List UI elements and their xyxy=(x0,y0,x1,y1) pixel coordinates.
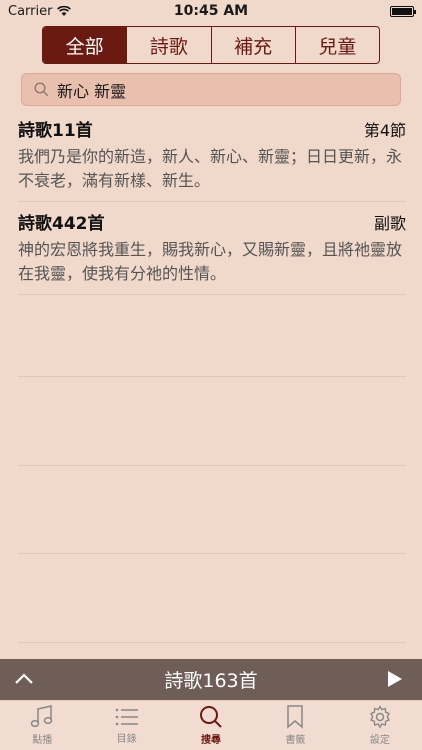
tab-play[interactable]: 點播 xyxy=(0,701,84,750)
bookmark-icon xyxy=(287,705,304,729)
row-divider xyxy=(18,376,406,377)
tab-bar: 點播 目錄 搜尋 書籤 設定 xyxy=(0,700,422,750)
tab-label: 搜尋 xyxy=(201,735,222,746)
row-divider xyxy=(18,553,406,554)
tab-bookmarks[interactable]: 書籤 xyxy=(253,701,337,750)
clock: 10:45 AM xyxy=(173,3,249,19)
result-verse-tag: 第4節 xyxy=(363,121,406,140)
search-input[interactable] xyxy=(57,80,377,99)
segment-hymns[interactable]: 詩歌 xyxy=(126,27,210,63)
list-item[interactable]: 詩歌11首 第4節 我們乃是你的新造，新人、新心、新靈；日日更新，永不衰老，滿有… xyxy=(18,116,406,202)
music-note-icon xyxy=(30,705,53,728)
search-icon xyxy=(34,82,49,97)
tab-label: 點播 xyxy=(32,735,53,746)
category-segmented-control: 全部 詩歌 補充 兒童 xyxy=(42,26,380,64)
result-snippet: 我們乃是你的新造，新人、新心、新靈；日日更新，永不衰老，滿有新樣、新生。 xyxy=(18,147,403,190)
play-icon[interactable] xyxy=(388,671,402,687)
search-icon xyxy=(200,706,222,728)
row-divider xyxy=(18,642,406,643)
chevron-up-icon[interactable] xyxy=(14,670,34,688)
gear-icon xyxy=(369,705,390,729)
now-playing-title: 詩歌163首 xyxy=(164,670,258,692)
mini-player[interactable]: 詩歌163首 xyxy=(0,659,422,700)
tab-search[interactable]: 搜尋 xyxy=(169,701,253,750)
tab-label: 目錄 xyxy=(116,734,137,745)
battery-icon xyxy=(390,5,416,17)
row-divider xyxy=(18,465,406,466)
result-title: 詩歌11首 xyxy=(18,121,93,141)
tab-label: 設定 xyxy=(369,735,390,746)
tab-catalog[interactable]: 目錄 xyxy=(84,701,168,750)
search-results-list: 詩歌11首 第4節 我們乃是你的新造，新人、新心、新靈；日日更新，永不衰老，滿有… xyxy=(18,116,406,302)
search-bar[interactable] xyxy=(21,73,401,106)
segment-children[interactable]: 兒童 xyxy=(294,27,379,63)
result-title: 詩歌442首 xyxy=(18,214,105,234)
segment-supplement[interactable]: 補充 xyxy=(210,27,295,63)
status-bar: Carrier 10:45 AM xyxy=(0,0,422,22)
tab-label: 書籤 xyxy=(285,735,306,746)
tab-settings[interactable]: 設定 xyxy=(338,701,422,750)
result-snippet: 神的宏恩將我重生，賜我新心，又賜新靈，且將祂靈放在我靈，使我有分祂的性情。 xyxy=(18,240,403,283)
result-verse-tag: 副歌 xyxy=(373,214,406,233)
segment-all[interactable]: 全部 xyxy=(43,27,127,63)
list-item[interactable]: 詩歌442首 副歌 神的宏恩將我重生，賜我新心，又賜新靈，且將祂靈放在我靈，使我… xyxy=(18,209,406,295)
list-icon xyxy=(115,708,138,726)
